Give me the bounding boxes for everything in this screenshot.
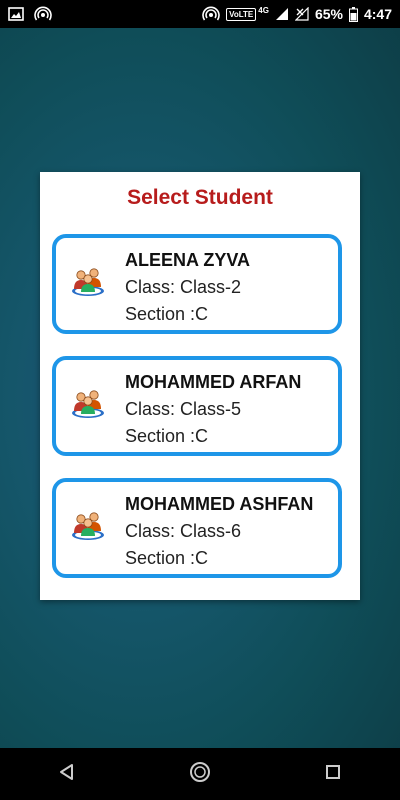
volte-icon: VoLTE bbox=[226, 7, 257, 21]
status-bar: VoLTE 4G 65% 4:47 bbox=[0, 0, 400, 28]
no-signal-icon bbox=[294, 7, 309, 21]
signal-icon bbox=[275, 7, 289, 21]
recents-button[interactable] bbox=[303, 754, 363, 794]
image-icon bbox=[8, 7, 24, 21]
students-icon bbox=[70, 506, 106, 542]
student-section: Section :C bbox=[125, 304, 209, 324]
student-card[interactable]: MOHAMMED ASHFAN Class: Class-6 Section :… bbox=[52, 478, 342, 578]
student-name: ALEENA ZYVA bbox=[125, 250, 251, 270]
student-class: Class: Class-6 bbox=[125, 521, 242, 541]
student-class: Class: Class-2 bbox=[125, 277, 242, 297]
hotspot-icon bbox=[202, 6, 220, 22]
student-card[interactable]: MOHAMMED ARFAN Class: Class-5 Section :C bbox=[52, 356, 342, 456]
student-name: MOHAMMED ARFAN bbox=[125, 372, 302, 392]
students-icon bbox=[70, 262, 106, 298]
students-icon bbox=[70, 384, 106, 420]
clock: 4:47 bbox=[363, 6, 392, 22]
student-section: Section :C bbox=[125, 426, 209, 446]
student-name: MOHAMMED ASHFAN bbox=[125, 494, 314, 514]
navigation-bar bbox=[0, 748, 400, 800]
back-button[interactable] bbox=[37, 754, 97, 794]
battery-icon bbox=[348, 6, 358, 22]
home-icon bbox=[189, 761, 211, 788]
battery-percent: 65% bbox=[314, 6, 343, 22]
back-icon bbox=[58, 763, 76, 786]
hotspot-icon bbox=[34, 6, 52, 22]
recents-icon bbox=[325, 764, 341, 785]
home-button[interactable] bbox=[170, 754, 230, 794]
network-type: 4G bbox=[258, 6, 269, 15]
student-section: Section :C bbox=[125, 548, 209, 568]
student-class: Class: Class-5 bbox=[125, 399, 242, 419]
dialog-title: Select Student bbox=[127, 186, 273, 209]
student-card[interactable]: ALEENA ZYVA Class: Class-2 Section :C bbox=[52, 234, 342, 334]
